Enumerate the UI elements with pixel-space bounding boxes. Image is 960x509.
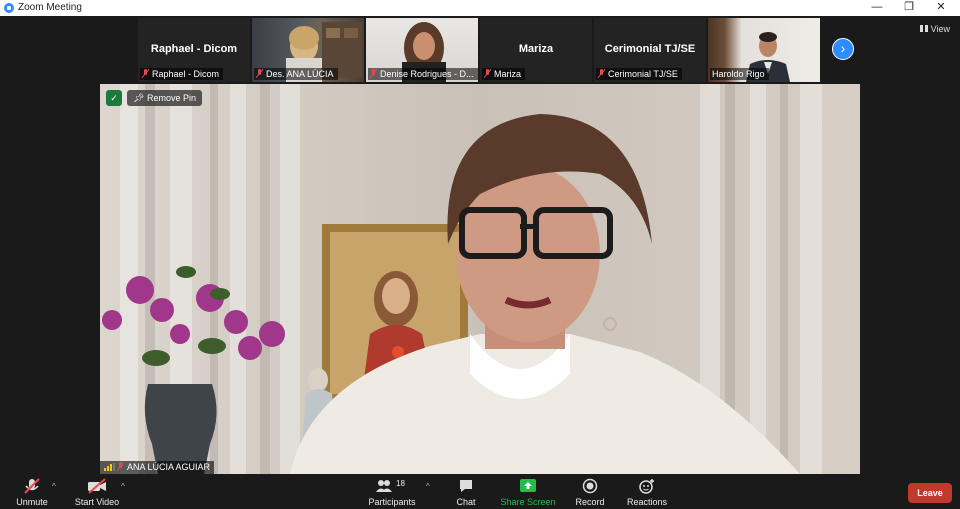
remove-pin-button[interactable]: 📌︎ Remove Pin [127,90,202,106]
participant-namebar: Des. ANA LÚCIA [254,68,338,80]
mic-muted-icon [598,69,605,78]
view-button[interactable]: View [919,24,950,34]
participant-namebar: Haroldo Rigo [710,68,769,80]
reactions-icon [639,479,654,494]
participant-namebar: Denise Rodrigues - D... [368,68,478,80]
speaker-video-frame [100,84,860,474]
chat-icon [460,480,472,492]
chat-label: Chat [456,497,476,507]
mic-muted-icon [370,69,377,78]
unmute-button[interactable]: Unmute [12,478,52,507]
speaker-namebar: ANA LÚCIA AGUIAR [100,461,215,474]
remove-pin-label: Remove Pin [146,93,196,103]
participants-count: 18 [396,479,405,488]
participant-namebar: Raphael - Dicom [140,68,224,80]
main-video: ✓ 📌︎ Remove Pin ANA LÚCIA AGUIAR [100,84,860,474]
chevron-right-icon: › [840,40,846,56]
participant-namebar: Mariza [482,68,526,80]
participant-tile[interactable]: Haroldo Rigo [708,18,820,82]
participant-name: Mariza [494,69,522,79]
share-screen-button[interactable]: Share Screen [500,478,556,507]
record-label: Record [575,497,605,507]
participants-icon: 18 [375,478,409,494]
share-screen-icon [520,479,536,492]
speaker-name: ANA LÚCIA AGUIAR [127,462,211,472]
participant-namebar: Cerimonial TJ/SE [596,68,682,80]
mic-muted-icon [256,69,263,78]
minimize-button[interactable]: — [862,0,892,16]
meeting-toolbar: Unmute ^ Start Video ^ 18 Participants ^… [0,474,960,509]
participant-display-name: Raphael - Dicom [150,43,238,55]
restore-button[interactable]: ❐ [894,0,924,16]
reactions-button[interactable]: Reactions [624,478,670,507]
video-off-icon [88,478,106,494]
mic-muted-icon [24,478,40,494]
window-title: Zoom Meeting [18,2,82,13]
next-page-button[interactable]: › [832,38,854,60]
participants-label: Participants [368,497,416,507]
leave-button[interactable]: Leave [908,483,952,503]
signal-strength-icon [104,463,115,471]
zoom-logo-icon [4,3,14,13]
close-button[interactable]: ✕ [926,0,956,16]
participants-options-caret[interactable]: ^ [426,482,430,491]
grid-view-icon [919,25,928,32]
participants-button[interactable]: 18 Participants [368,478,416,507]
unmute-label: Unmute [16,497,48,507]
participant-name: Des. ANA LÚCIA [266,69,334,79]
title-bar: Zoom Meeting — ❐ ✕ [0,0,960,16]
participant-tile[interactable]: Des. ANA LÚCIA [252,18,364,82]
audio-options-caret[interactable]: ^ [52,482,56,491]
participant-display-name: Mariza [518,43,554,55]
participant-tile[interactable]: Cerimonial TJ/SE Cerimonial TJ/SE [594,18,706,82]
start-video-button[interactable]: Start Video [74,478,120,507]
record-button[interactable]: Record [572,478,608,507]
chat-button[interactable]: Chat [450,478,482,507]
participant-name: Haroldo Rigo [712,69,765,79]
reactions-label: Reactions [626,497,668,507]
participant-name: Cerimonial TJ/SE [608,69,678,79]
mic-muted-icon [484,69,491,78]
mic-muted-icon [142,69,149,78]
participant-tile[interactable]: Raphael - Dicom Raphael - Dicom [138,18,250,82]
participant-display-name: Cerimonial TJ/SE [604,43,696,55]
mic-muted-icon [117,462,124,471]
participant-name: Raphael - Dicom [152,69,220,79]
share-screen-label: Share Screen [500,497,556,507]
shield-icon: ✓ [106,90,122,106]
participant-tile[interactable]: Mariza Mariza [480,18,592,82]
gallery-strip: Raphael - Dicom Raphael - Dicom Des. ANA… [0,16,960,84]
start-video-label: Start Video [74,497,120,507]
video-options-caret[interactable]: ^ [121,482,125,491]
pin-icon: 📌︎ [133,93,145,103]
participant-tile[interactable]: Denise Rodrigues - D... [366,18,478,82]
record-icon [582,478,598,494]
participant-name: Denise Rodrigues - D... [380,69,474,79]
view-label: View [930,24,950,34]
